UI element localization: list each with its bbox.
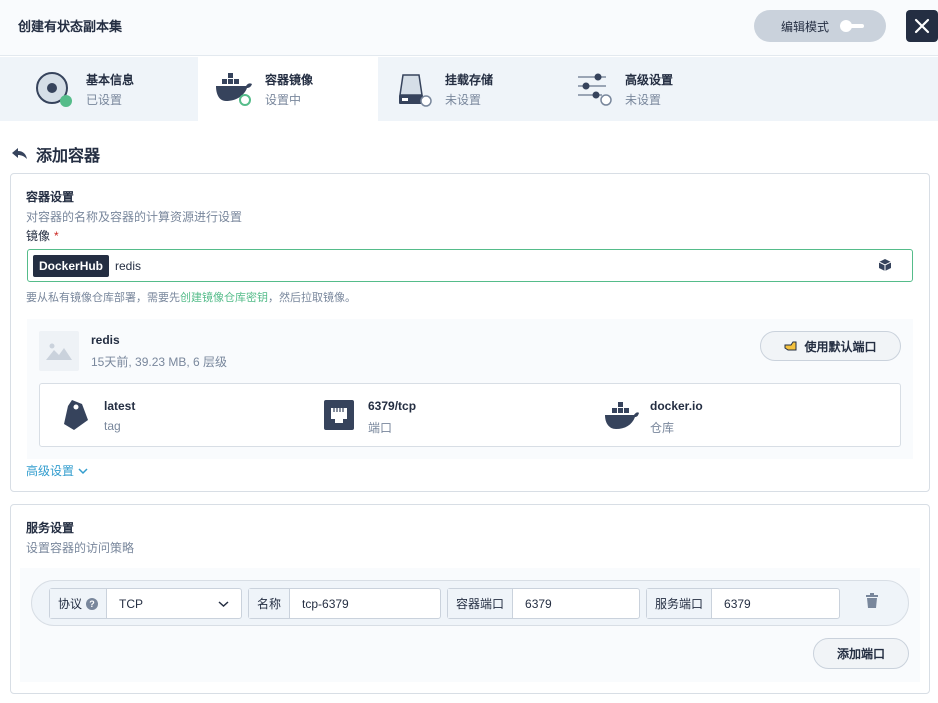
- disc-icon: [36, 72, 72, 107]
- registry-value: docker.io: [650, 399, 703, 413]
- step-status: 已设置: [86, 93, 123, 107]
- private-registry-hint: 要从私有镜像仓库部署，需要先创建镜像仓库密钥，然后拉取镜像。: [26, 292, 356, 304]
- help-icon[interactable]: ?: [86, 597, 99, 610]
- page-title: 创建有状态副本集: [18, 19, 123, 34]
- use-default-ports-button[interactable]: 使用默认端口: [760, 331, 901, 361]
- registry-badge[interactable]: DockerHub: [33, 255, 110, 277]
- step-status: 未设置: [625, 93, 662, 107]
- edit-mode-label: 编辑模式: [781, 19, 830, 34]
- port-label: 端口: [368, 421, 393, 435]
- ports-panel: 协议 ? TCP 名称 tcp-6379 容器端口 6379 服务端口 6379: [20, 568, 920, 682]
- port-name-input[interactable]: tcp-6379: [290, 589, 440, 618]
- port-row: 协议 ? TCP 名称 tcp-6379 容器端口 6379 服务端口 6379: [31, 580, 909, 626]
- add-port-button[interactable]: 添加端口: [813, 638, 909, 669]
- protocol-select[interactable]: 协议 ? TCP: [49, 588, 242, 619]
- registry-label: 仓库: [650, 421, 675, 435]
- card-title: 容器设置: [26, 190, 75, 204]
- step-basic-info[interactable]: 基本信息 已设置: [0, 57, 180, 121]
- close-icon: [914, 18, 930, 34]
- image-meta: 15天前, 39.23 MB, 6 层级: [91, 355, 228, 369]
- port-value: 6379/tcp: [368, 399, 417, 413]
- step-advanced[interactable]: 高级设置 未设置: [558, 57, 738, 121]
- advanced-settings-toggle[interactable]: 高级设置: [26, 462, 88, 479]
- image-field-label: 镜像 *: [26, 229, 59, 243]
- step-storage[interactable]: 挂载存储 未设置: [378, 57, 558, 121]
- card-description: 设置容器的访问策略: [26, 541, 135, 555]
- image-input[interactable]: DockerHub redis: [27, 249, 913, 282]
- step-status: 未设置: [445, 93, 482, 107]
- step-title: 高级设置: [625, 73, 674, 87]
- image-placeholder-icon: [39, 331, 79, 371]
- port-name-label: 名称: [249, 589, 291, 618]
- card-description: 对容器的名称及容器的计算资源进行设置: [26, 210, 243, 224]
- wizard-steps: 基本信息 已设置 容器镜像 设置中 挂载存储 未设置 高级设置 未设置: [0, 57, 938, 121]
- tag-value: latest: [104, 399, 136, 413]
- tag-label: tag: [104, 419, 121, 433]
- service-port-field[interactable]: 服务端口 6379: [646, 588, 840, 619]
- image-name: redis: [91, 333, 120, 347]
- chevron-down-icon: [218, 600, 229, 607]
- ethernet-port-icon: [324, 400, 354, 430]
- image-info-box: latest tag 6379/tcp 端口 docker.io 仓库: [39, 383, 901, 447]
- cube-icon[interactable]: [878, 258, 892, 272]
- chevron-down-icon: [78, 467, 88, 474]
- back-arrow-icon: [12, 148, 27, 159]
- hand-pointer-icon: [784, 341, 797, 351]
- edit-mode-toggle[interactable]: 编辑模式: [754, 10, 886, 42]
- image-details-panel: redis 15天前, 39.23 MB, 6 层级 使用默认端口 latest…: [27, 319, 913, 459]
- step-container-image[interactable]: 容器镜像 设置中: [198, 57, 378, 121]
- docker-whale-icon: [216, 73, 252, 106]
- service-port-label: 服务端口: [647, 589, 713, 618]
- container-port-label: 容器端口: [448, 589, 514, 618]
- image-input-value: redis: [115, 259, 142, 273]
- step-title: 基本信息: [86, 73, 135, 87]
- container-port-field[interactable]: 容器端口 6379: [447, 588, 640, 619]
- back-to-list[interactable]: 添加容器: [10, 142, 100, 166]
- card-title: 服务设置: [26, 521, 75, 535]
- hard-drive-icon: [399, 74, 432, 107]
- section-title: 添加容器: [36, 148, 101, 165]
- step-title: 挂载存储: [445, 73, 494, 87]
- create-secret-link[interactable]: 创建镜像仓库密钥: [180, 292, 268, 304]
- step-title: 容器镜像: [265, 73, 314, 87]
- sliders-icon: [578, 73, 612, 106]
- port-name-field[interactable]: 名称 tcp-6379: [248, 588, 441, 619]
- close-button[interactable]: [906, 10, 938, 42]
- container-port-input[interactable]: 6379: [513, 589, 639, 618]
- delete-port-icon[interactable]: [865, 593, 879, 609]
- step-status: 设置中: [265, 93, 302, 107]
- required-mark: *: [54, 229, 59, 243]
- toggle-switch-icon: [840, 20, 866, 32]
- protocol-value: TCP: [107, 589, 241, 618]
- service-port-input[interactable]: 6379: [712, 589, 839, 618]
- docker-icon: [605, 402, 639, 429]
- tag-icon: [64, 400, 88, 430]
- protocol-label: 协议 ?: [50, 589, 108, 618]
